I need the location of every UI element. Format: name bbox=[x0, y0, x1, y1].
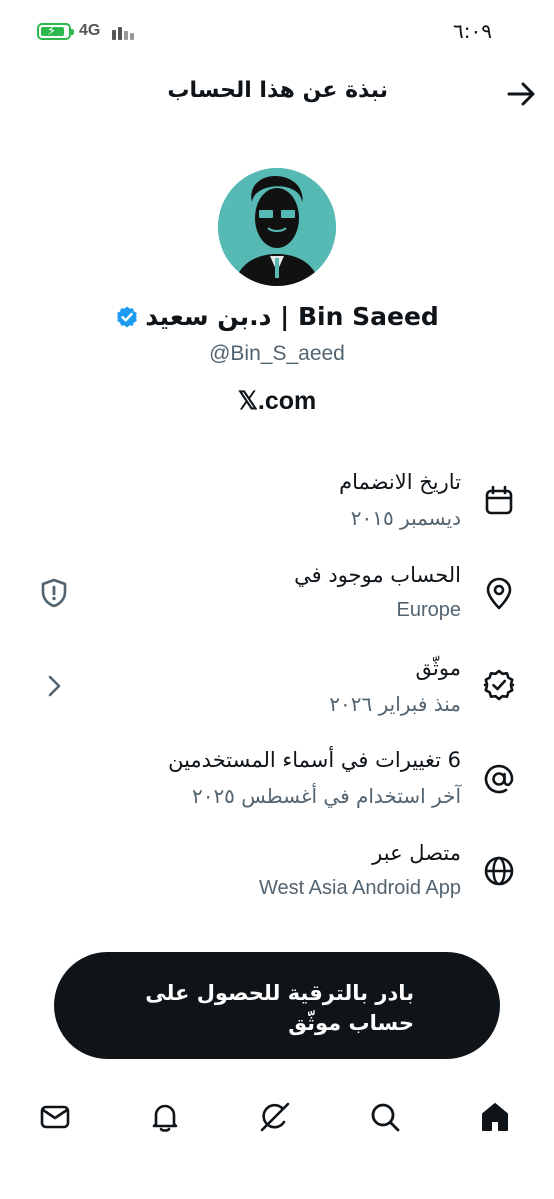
nav-grok[interactable] bbox=[258, 1100, 298, 1140]
bell-icon bbox=[152, 1104, 178, 1132]
info-title: تاريخ الانضمام bbox=[339, 470, 461, 494]
verified-icon bbox=[116, 306, 138, 327]
page-title: نبذة عن هذا الحساب bbox=[167, 78, 388, 103]
info-subtitle: Europe bbox=[396, 599, 462, 621]
info-location: الحساب موجود في Europe bbox=[0, 563, 554, 643]
grok-icon bbox=[260, 1102, 290, 1132]
handle: @Bin_S_aeed bbox=[209, 342, 345, 365]
home-icon bbox=[482, 1103, 508, 1131]
shield-alert-icon[interactable] bbox=[38, 577, 70, 609]
info-joined: تاريخ الانضمام ديسمبر ٢٠١٥ bbox=[0, 470, 554, 550]
search-icon bbox=[371, 1103, 400, 1132]
info-subtitle: منذ فبراير ٢٠٢٦ bbox=[329, 692, 461, 716]
upgrade-label: بادر بالترقية للحصول على حساب موثّق bbox=[145, 981, 414, 1035]
info-subtitle: آخر استخدام في أغسطس ٢٠٢٥ bbox=[191, 784, 461, 808]
bottom-nav bbox=[0, 1085, 554, 1155]
globe-icon bbox=[484, 856, 514, 886]
info-title: موثّق bbox=[415, 656, 461, 680]
arrow-right-icon bbox=[507, 82, 535, 106]
display-name: د.بن سعيد | Bin Saeed bbox=[145, 302, 439, 331]
at-sign-icon bbox=[484, 764, 514, 794]
signal-icon bbox=[112, 24, 138, 40]
info-title: متصل عبر bbox=[372, 841, 461, 865]
info-title: 6 تغييرات في أسماء المستخدمين bbox=[168, 748, 461, 772]
info-title: الحساب موجود في bbox=[294, 563, 461, 587]
avatar[interactable] bbox=[218, 168, 336, 286]
info-subtitle: West Asia Android App bbox=[259, 877, 461, 899]
nav-home[interactable] bbox=[478, 1100, 518, 1140]
info-connected-via: متصل عبر West Asia Android App bbox=[0, 841, 554, 921]
nav-notifications[interactable] bbox=[148, 1100, 188, 1140]
battery-icon: ⚡ bbox=[37, 23, 74, 40]
info-username-changes: 6 تغييرات في أسماء المستخدمين آخر استخدا… bbox=[0, 748, 554, 828]
status-bar: ⚡ 4G ٦:٠٩ bbox=[0, 0, 554, 62]
profile-name-row: د.بن سعيد | Bin Saeed bbox=[0, 302, 554, 342]
calendar-icon bbox=[485, 485, 513, 515]
location-pin-icon bbox=[486, 577, 512, 610]
back-button[interactable] bbox=[505, 79, 539, 109]
nav-search[interactable] bbox=[368, 1100, 408, 1140]
header: نبذة عن هذا الحساب bbox=[0, 62, 554, 126]
site-label: 𝕏.com bbox=[237, 387, 317, 415]
info-subtitle: ديسمبر ٢٠١٥ bbox=[350, 506, 461, 530]
network-label: 4G bbox=[79, 22, 101, 39]
verified-badge-icon bbox=[483, 669, 515, 701]
clock: ٦:٠٩ bbox=[453, 19, 492, 43]
mail-icon bbox=[40, 1105, 70, 1129]
nav-messages[interactable] bbox=[38, 1100, 78, 1140]
chevron-icon bbox=[48, 675, 61, 697]
upgrade-button[interactable]: بادر بالترقية للحصول على حساب موثّق bbox=[54, 952, 500, 1059]
info-verified[interactable]: موثّق منذ فبراير ٢٠٢٦ bbox=[0, 656, 554, 736]
